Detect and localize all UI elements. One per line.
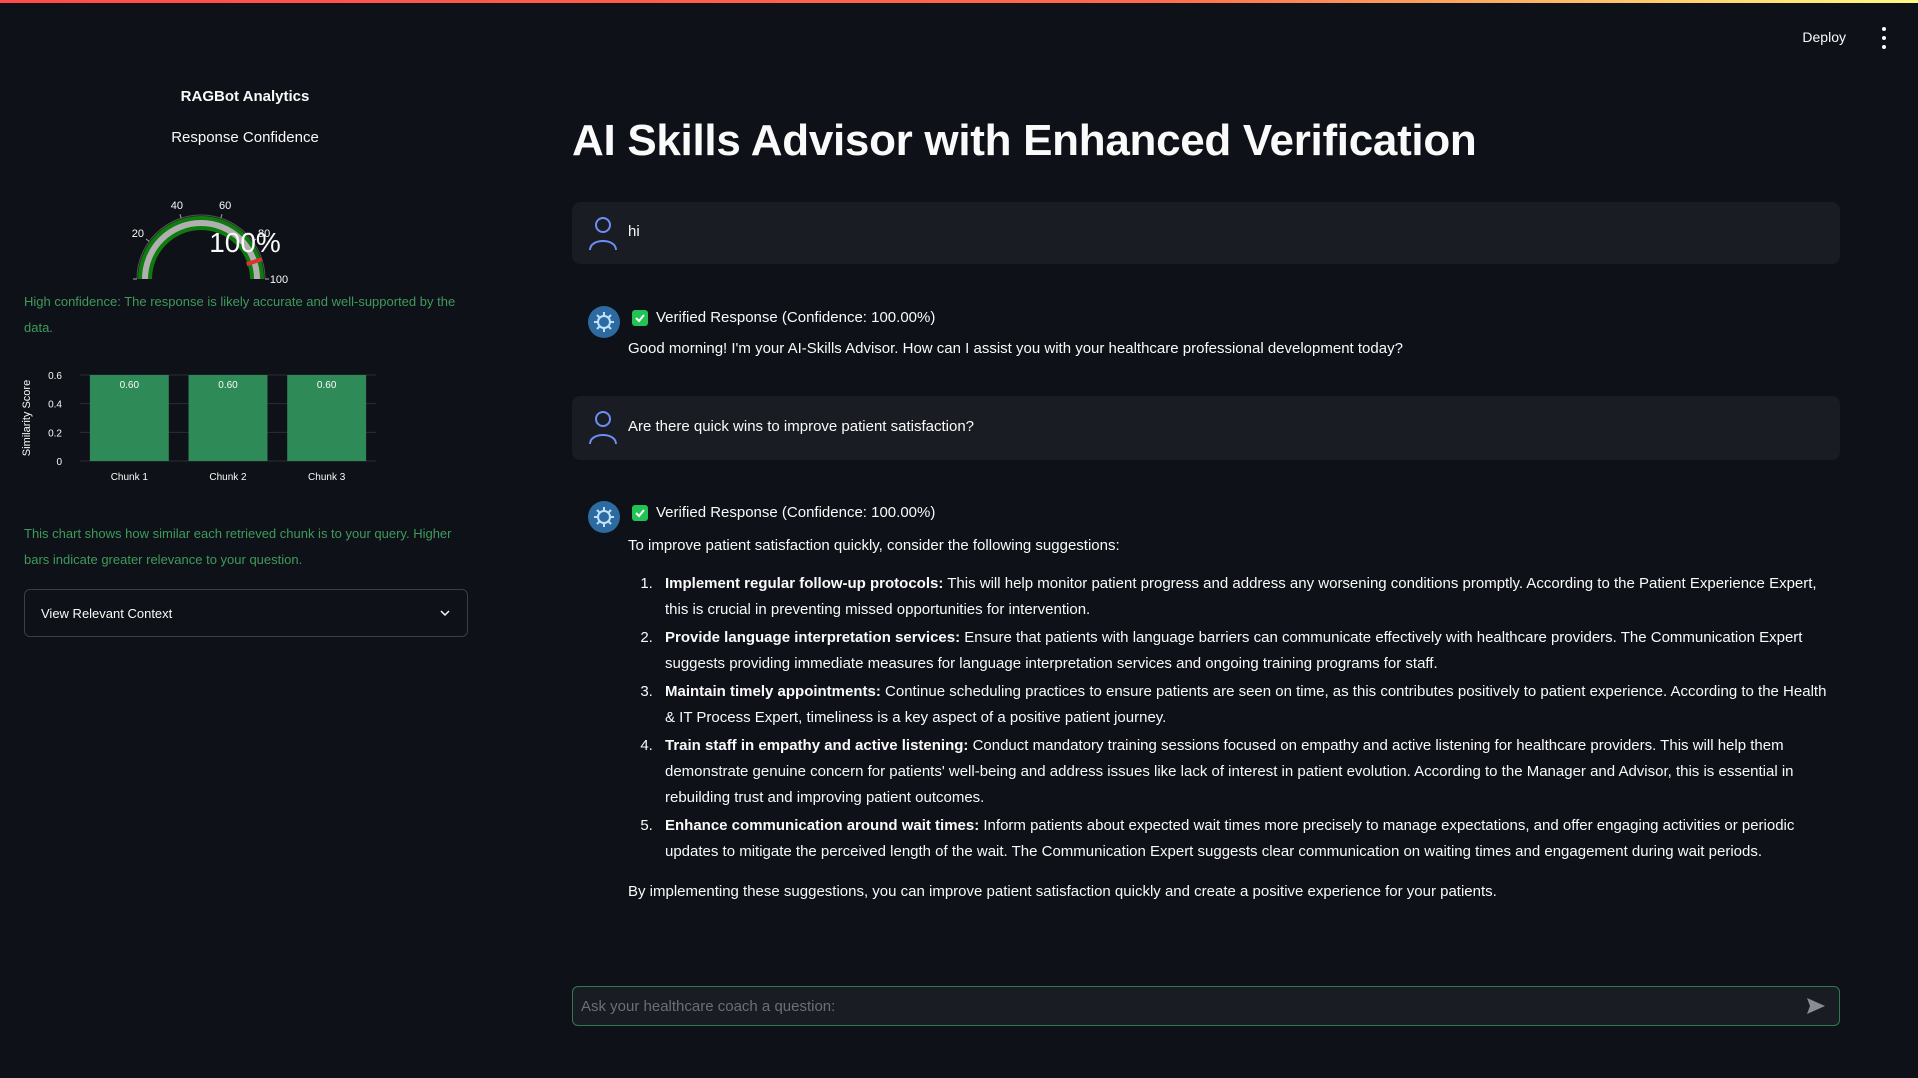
list-item: Provide language interpretation services… (657, 625, 1828, 677)
chevron-down-icon (440, 610, 450, 617)
message-text: hi (628, 223, 640, 240)
y-tick-label: 0 (56, 457, 62, 468)
answer-closing: By implementing these suggestions, you c… (628, 883, 1497, 900)
gauge-tick-label: 100 (270, 274, 288, 286)
expander-label: View Relevant Context (41, 605, 173, 621)
check-icon (632, 309, 648, 326)
verified-badge: Verified Response (Confidence: 100.00%) (632, 504, 935, 521)
data-label: 0.60 (120, 380, 140, 391)
suggestion-list: Implement regular follow-up protocols: T… (657, 571, 1828, 865)
x-tick-label: Chunk 3 (308, 472, 346, 483)
y-axis-label: Similarity Score (21, 380, 33, 456)
sidebar: RAGBot Analytics Response Confidence 020… (0, 67, 490, 1078)
confidence-note: High confidence: The response is likely … (24, 294, 456, 335)
gauge-value: 100% (209, 227, 281, 258)
user-avatar-icon (589, 217, 617, 251)
gauge-tick-label: 40 (171, 200, 183, 212)
answer-body: To improve patient satisfaction quickly,… (628, 533, 1828, 905)
assistant-message: Verified Response (Confidence: 100.00%) … (572, 294, 1840, 374)
view-context-expander[interactable]: View Relevant Context (24, 589, 468, 637)
gauge-title: Response Confidence (171, 129, 319, 146)
list-item: Train staff in empathy and active listen… (657, 733, 1828, 811)
assistant-message: Verified Response (Confidence: 100.00%) … (572, 489, 1840, 919)
y-tick-label: 0.4 (48, 400, 62, 411)
page-title: AI Skills Advisor with Enhanced Verifica… (572, 116, 1477, 165)
sidebar-title: RAGBot Analytics (180, 88, 310, 105)
message-text: Good morning! I'm your AI-Skills Advisor… (628, 340, 1403, 357)
y-tick-label: 0.6 (48, 371, 62, 382)
send-icon[interactable] (1801, 991, 1831, 1021)
message-text: Are there quick wins to improve patient … (628, 418, 975, 435)
deploy-button[interactable]: Deploy (1794, 23, 1854, 51)
verified-badge: Verified Response (Confidence: 100.00%) (632, 309, 935, 326)
answer-intro: To improve patient satisfaction quickly,… (628, 537, 1120, 554)
chat-input[interactable] (581, 997, 1801, 1015)
list-item: Enhance communication around wait times:… (657, 813, 1828, 865)
verified-label: Verified Response (Confidence: 100.00%) (656, 309, 936, 326)
user-message: Are there quick wins to improve patient … (572, 396, 1840, 460)
check-icon (632, 504, 648, 521)
app-header: Deploy (0, 3, 1918, 67)
user-message: hi (572, 202, 1840, 264)
list-item: Implement regular follow-up protocols: T… (657, 571, 1828, 623)
bot-avatar-icon (588, 306, 620, 338)
verified-label: Verified Response (Confidence: 100.00%) (656, 504, 936, 521)
chart-note: This chart shows how similar each retrie… (24, 526, 452, 567)
gauge-tick-label: 60 (219, 200, 231, 212)
y-tick-label: 0.2 (48, 428, 62, 439)
vertical-dots-icon[interactable] (1876, 27, 1892, 49)
data-label: 0.60 (317, 380, 337, 391)
data-label: 0.60 (218, 380, 238, 391)
user-avatar-icon (589, 411, 617, 445)
list-item: Maintain timely appointments: Continue s… (657, 679, 1828, 731)
x-tick-label: Chunk 1 (111, 472, 149, 483)
bot-avatar-icon (588, 501, 620, 533)
similarity-bar-chart: 0 0.2 0.4 0.6 Similarity Score 0.60 Chunk 1 0.6… (21, 371, 376, 483)
chat-input-bar (572, 986, 1840, 1026)
x-tick-label: Chunk 2 (209, 472, 247, 483)
gauge-tick-mark (220, 214, 223, 219)
confidence-gauge: 020406080100 (132, 200, 288, 286)
gauge-tick-mark (179, 214, 182, 219)
